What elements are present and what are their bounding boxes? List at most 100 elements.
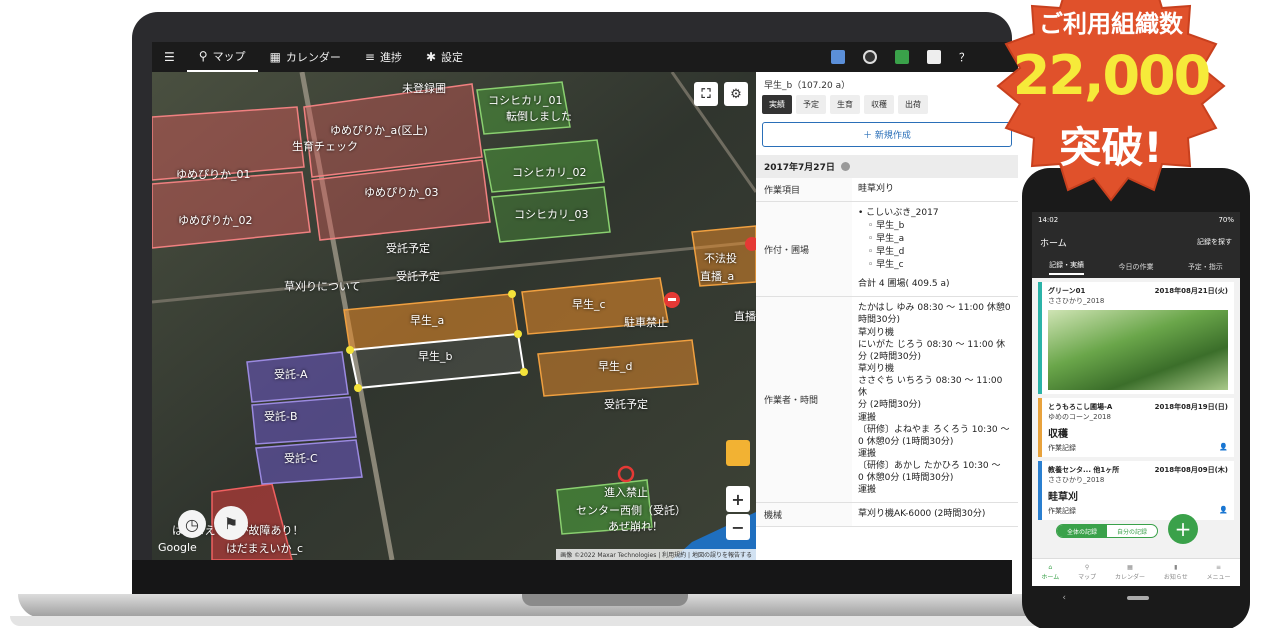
map-label[interactable]: あぜ崩れ！ [608,518,663,534]
record-card[interactable]: 教養センタ... 他1ヶ所 2018年08月09日(木) ささひかり_2018 畦… [1038,461,1234,520]
nav-calendar-tab[interactable]: ▦ カレンダー [258,42,353,72]
map-label[interactable]: ゆめぴりか_01 [176,166,251,182]
info-icon[interactable] [840,162,850,171]
map-label[interactable]: コシヒカリ_01 [488,92,563,108]
card-date: 2018年08月09日(木) [1154,466,1228,474]
sheet-icon[interactable] [895,50,909,64]
map-label[interactable]: ゆめぴりか_a(区上) [330,122,428,138]
signpost-icon[interactable]: ⚑ [214,506,248,540]
map-label[interactable]: 受託-B [264,408,298,424]
add-record-button[interactable]: + [1168,514,1198,544]
map-label[interactable]: 早生_d [598,358,632,374]
bottom-calendar[interactable]: ▦ カレンダー [1115,564,1145,581]
bottom-label: マップ [1078,574,1097,581]
map-label[interactable]: 生育チェック [292,138,358,154]
map-label[interactable]: 草刈りについて [284,278,361,294]
tab-results[interactable]: 実績 [762,95,792,114]
phone-tab-today[interactable]: 今日の作業 [1118,262,1153,272]
toggle-mine[interactable]: 自分の記録 [1107,525,1157,537]
bottom-home[interactable]: ⌂ ホーム [1041,564,1059,581]
record-card[interactable]: グリーン01 2018年08月21日(火) ささひかり_2018 [1038,282,1234,394]
map-settings-gear-icon[interactable]: ⚙ [724,82,748,106]
promo-badge: ご利用組織数 22,000 突破! [966,0,1256,222]
map-label[interactable]: ゆめぴりか_03 [364,184,439,200]
nav-right-tools: ？ [831,42,970,72]
google-logo: Google [158,541,197,554]
map-label[interactable]: 受託予定 [386,240,430,256]
card-sub: ささひかり_2018 [1048,476,1105,484]
nav-calendar-label: カレンダー [285,51,341,64]
map-label[interactable]: 直播 [734,308,756,324]
tab-plan[interactable]: 予定 [796,95,826,114]
card-date: 2018年08月19日(日) [1154,403,1228,411]
map-label[interactable]: コシヒカリ_03 [514,206,589,222]
map-label[interactable]: ゆめぴりか_02 [178,212,253,228]
map-label[interactable]: 未登録圃 [402,80,446,96]
chat-icon[interactable] [927,50,941,64]
nav-menu[interactable]: ☰ [152,42,187,72]
zoom-in-button[interactable]: + [726,486,750,512]
map-label[interactable]: 駐車禁止 [624,314,668,330]
record-icon[interactable] [831,50,845,64]
bottom-menu[interactable]: ≡ メニュー [1207,564,1231,581]
toggle-all[interactable]: 全体の記録 [1057,525,1107,537]
worker-line: 〔研修〕あかし たかひろ 10:30 〜 [858,461,1001,472]
map-label[interactable]: 受託予定 [604,396,648,412]
tab-harvest[interactable]: 収穫 [864,95,894,114]
menu-icon: ☰ [164,50,175,64]
map-label[interactable]: はだまえいか_c [226,540,303,556]
map-label[interactable]: 早生_a [410,312,444,328]
zoom-out-button[interactable]: − [726,514,750,540]
promo-stage: ☰ ⚲ マップ ▦ カレンダー ≡ 進捗 ✱ 設定 ？ 未登録圃 ゆめぴりか_a… [0,0,1268,628]
home-pill-icon[interactable] [1126,596,1149,600]
record-date: 2017年7月27日 [764,163,835,173]
menu-icon: ≡ [1216,564,1222,571]
map-label[interactable]: コシヒカリ_02 [512,164,587,180]
field-item: 早生_a [858,233,1012,246]
nav-progress-tab[interactable]: ≡ 進捗 [353,42,414,72]
back-icon[interactable]: ‹ [1062,593,1066,603]
bottom-notice[interactable]: ▮ お知らせ [1164,564,1188,581]
pegman-icon[interactable] [726,440,750,466]
map-label[interactable]: 進入禁止 [604,484,648,500]
tab-growth[interactable]: 生育 [830,95,860,114]
map-label[interactable]: 受託-C [284,450,318,466]
worker-line: 時間30分) [858,315,900,326]
worker-line: 草刈り機 [858,327,895,338]
filter-button[interactable]: 記録を探す [1197,237,1232,247]
badge-line3: 突破! [1059,123,1163,172]
tab-shipping[interactable]: 出荷 [898,95,928,114]
clock-icon[interactable]: ◷ [178,510,206,538]
worker-line: 運搬 [858,449,877,460]
card-title: とうもろこし圃場-A [1048,403,1113,411]
map-label[interactable]: 直播_a [700,268,734,284]
map-label[interactable]: 不法投 [704,250,737,266]
map-attribution[interactable]: 画像 ©2022 Maxar Technologies | 利用規約 | 地図の… [556,549,756,560]
nav-settings-tab[interactable]: ✱ 設定 [414,42,475,72]
bottom-map[interactable]: ⚲ マップ [1078,564,1096,581]
phone-header: ホーム 記録を探す [1032,228,1240,256]
worker-line: 草刈り機 [858,364,895,375]
record-card[interactable]: とうもろこし圃場-A 2018年08月19日(日) ゆめのコーン_2018 収穫 … [1038,398,1234,457]
phone-screen: 14:02 70% ホーム 記録を探す 記録・実績 今日の作業 予定・指示 グリ… [1032,212,1240,596]
fullscreen-icon[interactable]: ⛶ [694,82,718,106]
nav-map-tab[interactable]: ⚲ マップ [186,42,258,72]
row-value: 草刈り機AK-6000 (2時間30分) [858,508,986,519]
map-label[interactable]: 受託予定 [396,268,440,284]
map-label[interactable]: 転倒しました [506,108,572,124]
record-scope-toggle[interactable]: 全体の記録 自分の記録 [1056,524,1158,538]
phone-tab-plan[interactable]: 予定・指示 [1188,262,1223,272]
user-icon: 👤 [1219,506,1228,514]
phone-tab-records[interactable]: 記録・実績 [1049,260,1085,275]
satellite-map[interactable]: 未登録圃 ゆめぴりか_a(区上) 生育チェック ゆめぴりか_01 ゆめぴりか_0… [152,72,756,560]
crop-photo [1048,310,1228,390]
map-label[interactable]: 早生_c [572,296,606,312]
nav-settings-label: 設定 [441,51,464,64]
map-label[interactable]: センター西側（受託） [576,502,686,518]
target-icon[interactable] [863,50,877,64]
card-sub: ゆめのコーン_2018 [1048,413,1111,421]
map-label[interactable]: 受託-A [274,366,308,382]
worker-line: 運搬 [858,485,877,496]
map-label[interactable]: 早生_b [418,348,452,364]
laptop-base-shadow [10,616,1060,626]
